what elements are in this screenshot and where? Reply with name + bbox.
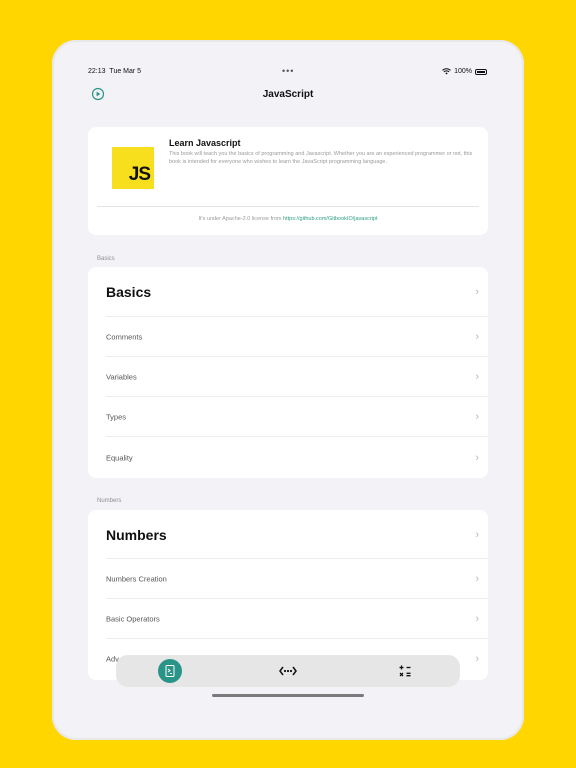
chapter-row-basics[interactable]: Basics › <box>88 267 488 317</box>
chapter-row-numbers[interactable]: Numbers › <box>88 510 488 559</box>
book-title: Learn Javascript <box>169 138 241 148</box>
javascript-logo: JS <box>112 147 154 189</box>
lesson-title: Numbers Creation <box>106 574 167 584</box>
multitasking-dots-icon[interactable]: ••• <box>282 66 294 76</box>
page-title: JavaScript <box>262 89 314 100</box>
divider <box>97 206 479 207</box>
tab-calculator[interactable] <box>393 659 417 683</box>
license-link[interactable]: https://github.com/GitbookIO/javascript <box>283 216 377 222</box>
chevron-right-icon: › <box>475 371 479 383</box>
tab-code[interactable] <box>276 659 300 683</box>
chevron-right-icon: › <box>475 331 479 343</box>
status-date-text: Tue Mar 5 <box>109 68 142 75</box>
chevron-right-icon: › <box>475 411 479 423</box>
lesson-row[interactable]: Equality › <box>88 438 488 478</box>
tab-book[interactable] <box>158 659 182 683</box>
calculator-icon <box>399 665 411 677</box>
chevron-right-icon: › <box>475 452 479 464</box>
lesson-row[interactable]: Types › <box>88 397 488 437</box>
wifi-icon <box>442 68 451 75</box>
app-screen: 22:13 Tue Mar 5 ••• 100% JavaScript JS L… <box>79 64 497 704</box>
status-time: 22:13 Tue Mar 5 <box>88 68 141 75</box>
chevron-right-icon: › <box>475 528 479 541</box>
section-header-numbers: Numbers <box>97 498 122 504</box>
lesson-row[interactable]: Numbers Creation › <box>88 559 488 599</box>
lesson-title: Equality <box>106 453 133 463</box>
navigation-bar: JavaScript <box>79 82 497 108</box>
chevron-right-icon: › <box>475 613 479 625</box>
battery-icon <box>475 68 487 75</box>
battery-percent: 100% <box>454 68 472 75</box>
chevron-right-icon: › <box>475 653 479 665</box>
logo-text: JS <box>128 164 151 185</box>
lesson-row[interactable]: Comments › <box>88 317 488 357</box>
tab-bar <box>116 655 460 687</box>
chapter-title: Numbers <box>106 526 167 543</box>
lesson-title: Comments <box>106 332 143 342</box>
section-header-basics: Basics <box>97 256 115 262</box>
row-separator <box>106 436 488 437</box>
lesson-title: Variables <box>106 372 137 382</box>
book-description: This book will teach you the basics of p… <box>169 151 473 165</box>
lesson-title: Types <box>106 412 127 422</box>
status-indicators: 100% <box>442 68 487 75</box>
status-bar: 22:13 Tue Mar 5 ••• 100% <box>79 64 497 80</box>
home-indicator[interactable] <box>212 694 364 697</box>
license-text: It's under Apache-2.0 license from https… <box>88 216 488 222</box>
intro-card: JS Learn Javascript This book will teach… <box>88 127 488 235</box>
chevron-right-icon: › <box>475 573 479 585</box>
lesson-row[interactable]: Variables › <box>88 357 488 397</box>
chevron-right-icon: › <box>475 286 479 298</box>
status-time-text: 22:13 <box>88 68 106 75</box>
terminal-book-icon <box>165 665 175 677</box>
basics-card: Basics › Comments › Variables › Types › … <box>88 267 488 478</box>
chapter-title: Basics <box>106 284 152 300</box>
license-prefix: It's under Apache-2.0 license from <box>198 216 284 222</box>
lesson-row[interactable]: Basic Operators › <box>88 599 488 639</box>
code-brackets-icon <box>279 666 297 676</box>
lesson-title: Basic Operators <box>106 614 160 624</box>
